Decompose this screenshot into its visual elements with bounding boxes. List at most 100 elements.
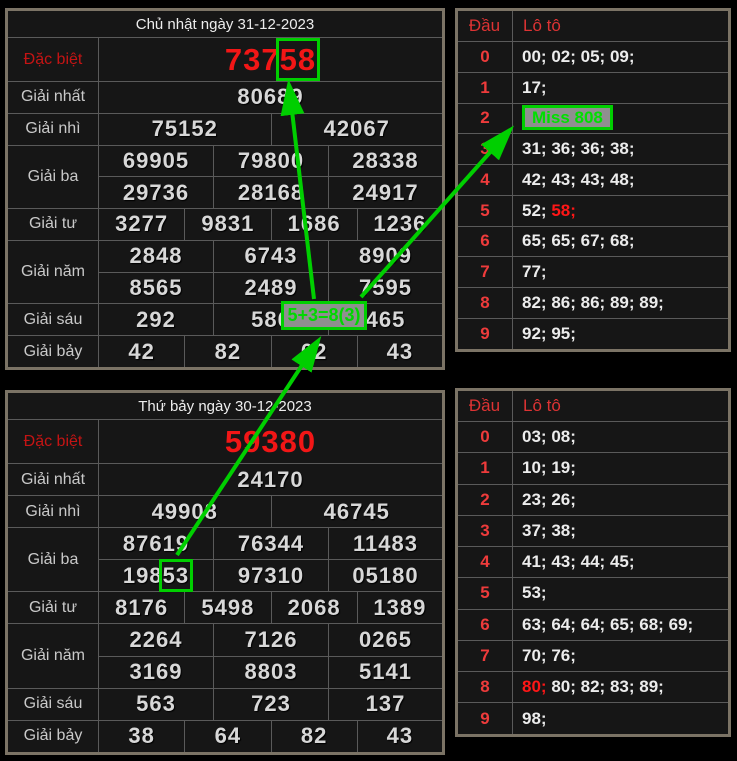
loto-number: 76; — [551, 646, 576, 665]
loto-values-cell: 00; 02; 05; 09; — [513, 42, 730, 73]
green-highlight-box: 53 — [163, 563, 189, 588]
loto-row: 442; 43; 43; 48; — [457, 165, 730, 196]
number-text: 6743 — [245, 243, 298, 268]
dau-cell: 3 — [457, 515, 513, 546]
loto-number: 82; — [522, 293, 547, 312]
loto-number: 86; — [551, 293, 576, 312]
loto-values-cell: 63; 64; 64; 65; 68; 69; — [513, 609, 730, 640]
loto-number: 63; — [522, 615, 547, 634]
prize-row: Giải nhì7515242067 — [7, 113, 444, 145]
loto-values-cell: 42; 43; 43; 48; — [513, 165, 730, 196]
loto-values-cell: 80; 80; 82; 83; 89; — [513, 672, 730, 703]
loto-number: 68; — [610, 231, 635, 250]
prize-row: Giải sáu292586465 — [7, 304, 444, 336]
prize-row: Giải sáu563723137 — [7, 688, 444, 720]
number-text: 1389 — [373, 595, 426, 620]
number-text: 42067 — [324, 116, 390, 141]
prize-label: Giải nhì — [7, 496, 99, 528]
dau-cell: 5 — [457, 578, 513, 609]
prize-row: Giải ba876197634411483 — [7, 528, 444, 560]
dau-cell: 8 — [457, 288, 513, 319]
prize-number-cell: 2848 — [99, 240, 214, 272]
prize-number-cell: 43 — [357, 720, 443, 753]
loto-row: 337; 38; — [457, 515, 730, 546]
prize-number-cell: 7595 — [329, 272, 444, 304]
dau-cell: 9 — [457, 703, 513, 736]
prize-number-cell: 64 — [185, 720, 271, 753]
prize-row: Giải tư8176549820681389 — [7, 592, 444, 624]
prize-label: Giải ba — [7, 145, 99, 209]
loto-values-cell: 31; 36; 36; 38; — [513, 134, 730, 165]
prize-number-cell: 82 — [185, 336, 271, 369]
loto-number: 37; — [522, 521, 547, 540]
number-text: 0265 — [359, 627, 412, 652]
prize-row: Giải tư3277983116861236 — [7, 209, 444, 241]
loto-number: 70; — [522, 646, 547, 665]
prize-number-cell: 29736 — [99, 177, 214, 209]
dau-cell: 4 — [457, 547, 513, 578]
prize-row: Giải nhất80689 — [7, 82, 444, 114]
loto-values-cell: Miss 808 — [513, 103, 730, 134]
loto-number: 98; — [522, 709, 547, 728]
loto-number: 08; — [551, 427, 576, 446]
loto-number: 38; — [551, 521, 576, 540]
result-table-sunday: Chủ nhật ngày 31-12-2023Đặc biệt73758Giả… — [5, 8, 445, 370]
prize-label: Giải năm — [7, 240, 99, 304]
dau-cell: 6 — [457, 226, 513, 257]
number-text: 465 — [366, 307, 406, 332]
loto-number: 64; — [581, 615, 606, 634]
loto-column-header: Lô tô — [513, 390, 730, 422]
loto-row: 882; 86; 86; 89; 89; — [457, 288, 730, 319]
loto-number: 89; — [610, 293, 635, 312]
prize-number-cell: 2264 — [99, 624, 214, 656]
loto-number: 82; — [581, 677, 606, 696]
prize-row: Giải nhất24170 — [7, 464, 444, 496]
number-text: 1236 — [373, 211, 426, 236]
loto-number: 02; — [551, 47, 576, 66]
prize-label: Giải nhất — [7, 464, 99, 496]
loto-number: 05; — [581, 47, 606, 66]
prize-number-cell: 76344 — [214, 528, 329, 560]
number-text: 8803 — [245, 659, 298, 684]
prize-row: Giải ba699057980028338 — [7, 145, 444, 177]
prize-number-cell: 11483 — [329, 528, 444, 560]
dau-column-header: Đầu — [457, 10, 513, 42]
number-text: 49908 — [152, 499, 218, 524]
dau-cell: 8 — [457, 672, 513, 703]
loto-number: 43; — [581, 170, 606, 189]
prize-row: Giải nhì4990846745 — [7, 496, 444, 528]
loto-row: 880; 80; 82; 83; 89; — [457, 672, 730, 703]
loto-number: 67; — [581, 231, 606, 250]
prize-number-cell: 24917 — [329, 177, 444, 209]
loto-values-cell: 37; 38; — [513, 515, 730, 546]
number-text: 563 — [136, 691, 176, 716]
loto-number: 77; — [522, 262, 547, 281]
prize-number-cell: 3169 — [99, 656, 214, 688]
loto-number: 36; — [581, 139, 606, 158]
loto-values-cell: 41; 43; 44; 45; — [513, 547, 730, 578]
number-text: 11483 — [353, 531, 418, 556]
prize-number-cell: 28168 — [214, 177, 329, 209]
prize-number-cell: 723 — [214, 688, 329, 720]
loto-number: 45; — [610, 552, 635, 571]
number-text: 97310 — [238, 563, 304, 588]
number-text: 82 — [301, 723, 327, 748]
number-text: 9831 — [201, 211, 254, 236]
loto-number: 43; — [551, 552, 576, 571]
prize-number-cell: 49908 — [99, 496, 272, 528]
prize-number-cell: 2068 — [271, 592, 357, 624]
loto-values-cell: 17; — [513, 72, 730, 103]
loto-table-saturday: ĐầuLô tô003; 08; 110; 19; 223; 26; 337; … — [455, 388, 731, 737]
prize-number-cell: 79800 — [214, 145, 329, 177]
number-text: 42 — [128, 339, 154, 364]
number-text: 8565 — [130, 275, 183, 300]
loto-table-sunday: ĐầuLô tô000; 02; 05; 09; 117; 2Miss 8083… — [455, 8, 731, 352]
number-text: 2068 — [288, 595, 341, 620]
prize-label: Giải năm — [7, 624, 99, 688]
loto-values-cell: 23; 26; — [513, 484, 730, 515]
number-text: 723 — [251, 691, 291, 716]
table-title-row: Thứ bảy ngày 30-12-2023 — [7, 392, 444, 420]
prize-row: Đặc biệt73758 — [7, 38, 444, 82]
number-text: 02 — [301, 339, 327, 364]
prize-row: Giải năm226471260265 — [7, 624, 444, 656]
